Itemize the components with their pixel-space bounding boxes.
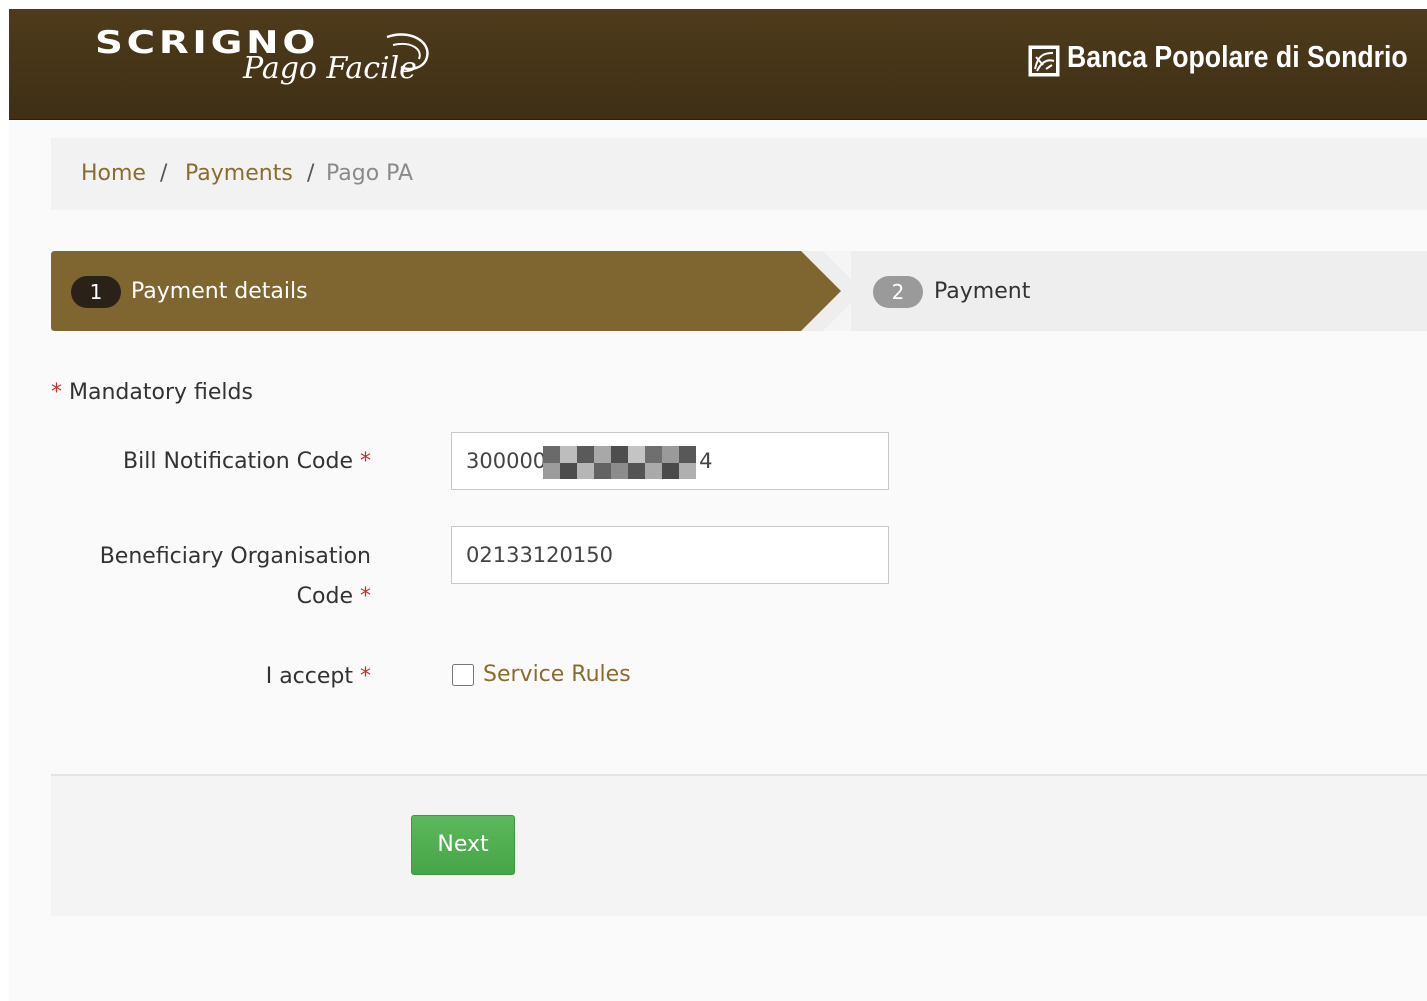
page: SCRIGNO Pago Facile Banca Popolare di So…: [9, 9, 1427, 1001]
service-rules-link[interactable]: Service Rules: [483, 659, 631, 691]
breadcrumb-payments-link[interactable]: Payments: [185, 138, 293, 210]
beneficiary-code-label: Beneficiary Organisation Code *: [100, 537, 371, 617]
mandatory-note: * Mandatory fields: [51, 377, 253, 409]
bill-code-label: Bill Notification Code *: [123, 442, 371, 482]
breadcrumb-separator: /: [307, 161, 315, 186]
step-1-number: 1: [71, 276, 121, 308]
bank-logo-icon: [1028, 45, 1060, 77]
form-actions-bar: [51, 776, 1427, 916]
bank-name: Banca Popolare di Sondrio: [1067, 39, 1408, 74]
beneficiary-code-label-line1: Beneficiary Organisation: [99, 544, 371, 569]
mandatory-text: Mandatory fields: [69, 380, 253, 405]
bill-code-value-suffix: 4: [699, 449, 713, 473]
required-star: *: [360, 584, 371, 609]
step-1-label: Payment details: [131, 279, 308, 304]
step-2-label: Payment: [934, 279, 1031, 304]
accept-label: I accept *: [266, 657, 371, 697]
breadcrumb-separator: /: [160, 161, 168, 186]
step-2-number: 2: [873, 276, 923, 308]
next-button[interactable]: Next: [411, 815, 515, 875]
beneficiary-code-label-line2: Code: [296, 584, 353, 609]
redacted-mosaic: [543, 446, 696, 479]
bill-code-label-text: Bill Notification Code: [123, 449, 353, 474]
header-bar: SCRIGNO Pago Facile Banca Popolare di So…: [9, 9, 1427, 120]
breadcrumb: Home / Payments / Pago PA: [51, 138, 1427, 210]
breadcrumb-home-link[interactable]: Home: [81, 138, 146, 210]
wizard-steps: 1 Payment details 2 Payment: [51, 251, 1427, 331]
beneficiary-code-input[interactable]: [451, 526, 889, 584]
accept-label-text: I accept: [265, 664, 353, 689]
accept-service-rules-checkbox[interactable]: [452, 664, 474, 686]
logo-swirl-icon: [386, 33, 429, 71]
breadcrumb-current: Pago PA: [326, 161, 414, 186]
required-star: *: [360, 449, 371, 474]
required-star: *: [360, 664, 371, 689]
bill-code-value-prefix: 300000: [466, 449, 547, 473]
required-star: *: [51, 380, 62, 405]
